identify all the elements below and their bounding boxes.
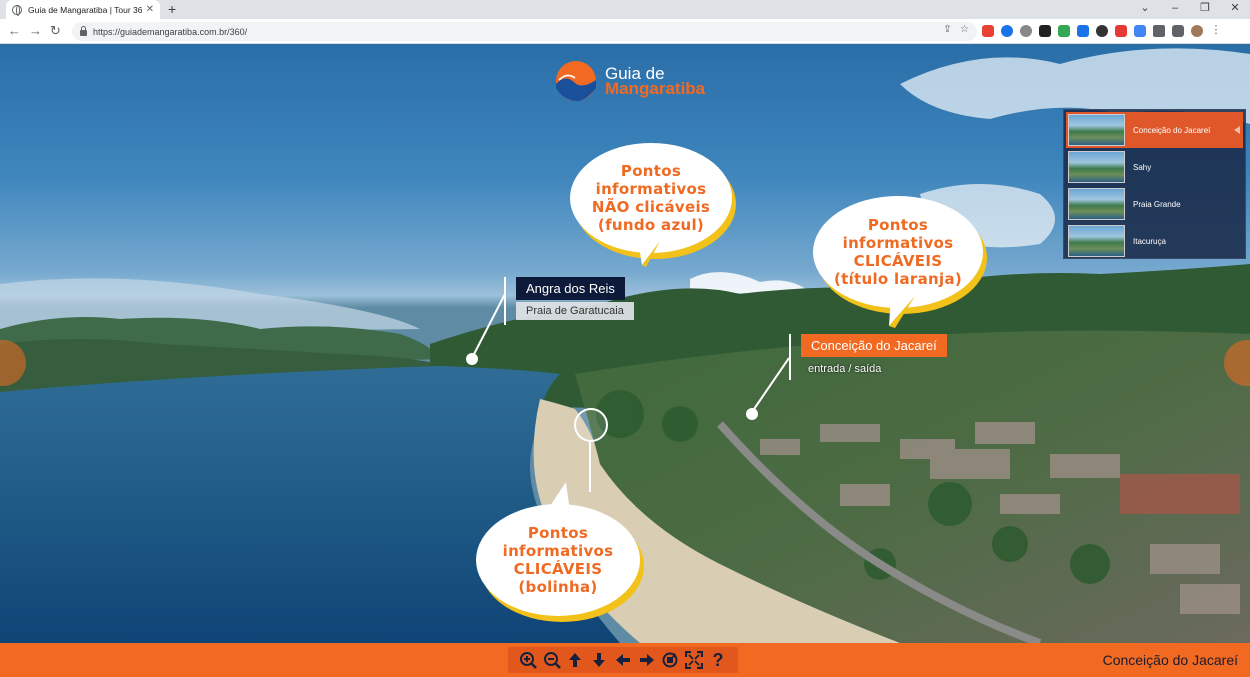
hotspot-dot[interactable] xyxy=(746,408,758,420)
close-window-button[interactable]: ✕ xyxy=(1220,0,1250,19)
current-scene-title: Conceição do Jacareí xyxy=(1102,652,1238,668)
scene-item-sahy[interactable]: Sahy xyxy=(1066,149,1243,185)
extension-icon[interactable] xyxy=(1039,25,1051,37)
callout-line: CLICÁVEIS xyxy=(853,252,943,270)
window-controls: ⌄ – ❐ ✕ xyxy=(1130,0,1250,19)
arrow-up-icon[interactable] xyxy=(565,650,585,670)
address-bar[interactable]: https://guiademangaratiba.com.br/360/ ⇪ … xyxy=(72,22,977,41)
kebab-menu-icon[interactable]: ⋮ xyxy=(1210,25,1222,37)
extension-icon[interactable] xyxy=(982,25,994,37)
zoom-in-icon[interactable] xyxy=(518,650,538,670)
scene-thumbnail xyxy=(1068,188,1125,220)
new-tab-button[interactable]: + xyxy=(168,1,176,17)
arrow-right-icon[interactable] xyxy=(637,650,657,670)
hotspot-ring[interactable] xyxy=(574,408,608,442)
hotspot-subtitle-angra: Praia de Garatucaia xyxy=(516,302,634,320)
callout-line: (fundo azul) xyxy=(597,216,705,234)
extension-icon[interactable] xyxy=(1058,25,1070,37)
scene-item-conceicao[interactable]: Conceição do Jacareí xyxy=(1066,112,1243,148)
callout-not-clickable: Pontos informativos NÃO clicáveis (fundo… xyxy=(570,143,732,267)
reading-list-icon[interactable] xyxy=(1172,25,1184,37)
puzzle-icon[interactable] xyxy=(1153,25,1165,37)
extension-icon[interactable] xyxy=(1001,25,1013,37)
callout-line: Pontos xyxy=(867,216,929,234)
forward-arrow-icon[interactable]: → xyxy=(29,23,42,38)
tab-title: Guia de Mangaratiba | Tour 360 xyxy=(28,4,142,15)
lock-icon xyxy=(80,25,87,36)
tab-search-button[interactable]: ⌄ xyxy=(1130,0,1160,19)
zoom-out-icon[interactable] xyxy=(542,650,562,670)
minimize-button[interactable]: – xyxy=(1160,0,1190,19)
fullscreen-icon[interactable] xyxy=(684,650,704,670)
arrow-down-icon[interactable] xyxy=(589,650,609,670)
scene-menu: Conceição do Jacareí Sahy Praia Grande I… xyxy=(1063,109,1246,259)
hotspot-title-angra: Angra dos Reis xyxy=(516,277,625,300)
hotspot-title-conceicao[interactable]: Conceição do Jacareí xyxy=(801,334,947,357)
callout-line: (bolinha) xyxy=(518,578,598,596)
scene-label: Itacuruça xyxy=(1133,236,1166,246)
callout-line: informativos xyxy=(842,234,954,252)
browser-toolbar: ← → ↻ https://guiademangaratiba.com.br/3… xyxy=(0,19,1250,44)
site-logo[interactable]: Guia de Mangaratiba xyxy=(555,60,705,102)
hotspot-dot xyxy=(466,353,478,365)
scene-label: Praia Grande xyxy=(1133,199,1181,209)
callout-tail xyxy=(546,482,570,512)
avatar[interactable] xyxy=(1191,25,1203,37)
logo-mark-icon xyxy=(556,61,596,102)
share-icon[interactable]: ⇪ xyxy=(943,24,951,35)
callout-line: informativos xyxy=(595,180,707,198)
browser-tabbar: Guia de Mangaratiba | Tour 360 ✕ + ⌄ – ❐… xyxy=(0,0,1250,19)
hotspot-subtitle-conceicao: entrada / saída xyxy=(808,363,882,375)
extension-icon[interactable] xyxy=(1096,25,1108,37)
omnibox-actions: ⇪ ☆ xyxy=(943,24,969,35)
extension-icon[interactable] xyxy=(1020,25,1032,37)
callout-line: CLICÁVEIS xyxy=(513,560,603,578)
back-arrow-icon[interactable]: ← xyxy=(8,23,21,38)
browser-tab[interactable]: Guia de Mangaratiba | Tour 360 ✕ xyxy=(6,0,160,19)
close-tab-icon[interactable]: ✕ xyxy=(146,4,154,15)
logo-line2: Mangaratiba xyxy=(605,79,706,98)
url-text: https://guiademangaratiba.com.br/360/ xyxy=(93,26,248,37)
scene-item-itacuruca[interactable]: Itacuruça xyxy=(1066,223,1243,259)
globe-icon xyxy=(12,4,22,16)
extensions-bar: ⋮ xyxy=(982,25,1222,37)
extension-icon[interactable] xyxy=(1077,25,1089,37)
callout-line: NÃO clicáveis xyxy=(591,198,711,216)
callout-line: (título laranja) xyxy=(833,270,963,288)
scene-thumbnail xyxy=(1068,114,1125,146)
scene-thumbnail xyxy=(1068,225,1125,257)
callout-clickable-title: Pontos informativos CLICÁVEIS (título la… xyxy=(813,196,983,328)
scene-thumbnail xyxy=(1068,151,1125,183)
help-icon[interactable]: ? xyxy=(708,650,728,670)
viewer-controls: ? xyxy=(508,647,738,673)
bottom-bar: ? Conceição do Jacareí xyxy=(0,643,1250,677)
restore-button[interactable]: ❐ xyxy=(1190,0,1220,19)
extension-icon[interactable] xyxy=(1134,25,1146,37)
active-indicator-icon xyxy=(1234,126,1240,134)
callout-line: informativos xyxy=(502,542,614,560)
callout-clickable-dot: Pontos informativos CLICÁVEIS (bolinha) xyxy=(476,482,640,616)
callout-tail xyxy=(889,296,915,328)
arrow-left-icon[interactable] xyxy=(613,650,633,670)
callout-tail xyxy=(638,241,660,267)
hotspot-line xyxy=(589,442,591,492)
scene-item-praia-grande[interactable]: Praia Grande xyxy=(1066,186,1243,222)
hotspot-leader xyxy=(471,293,506,359)
reload-icon[interactable]: ↻ xyxy=(50,23,61,39)
bookmark-star-icon[interactable]: ☆ xyxy=(960,24,969,35)
panorama-viewer[interactable]: Guia de Mangaratiba Pontos informativos … xyxy=(0,44,1250,643)
autorotate-icon[interactable] xyxy=(660,650,680,670)
callout-line: Pontos xyxy=(620,162,682,180)
extension-icon[interactable] xyxy=(1115,25,1127,37)
hotspot-leader xyxy=(751,357,790,413)
scene-label: Conceição do Jacareí xyxy=(1133,125,1211,135)
callout-line: Pontos xyxy=(527,524,589,542)
scene-label: Sahy xyxy=(1133,162,1152,172)
